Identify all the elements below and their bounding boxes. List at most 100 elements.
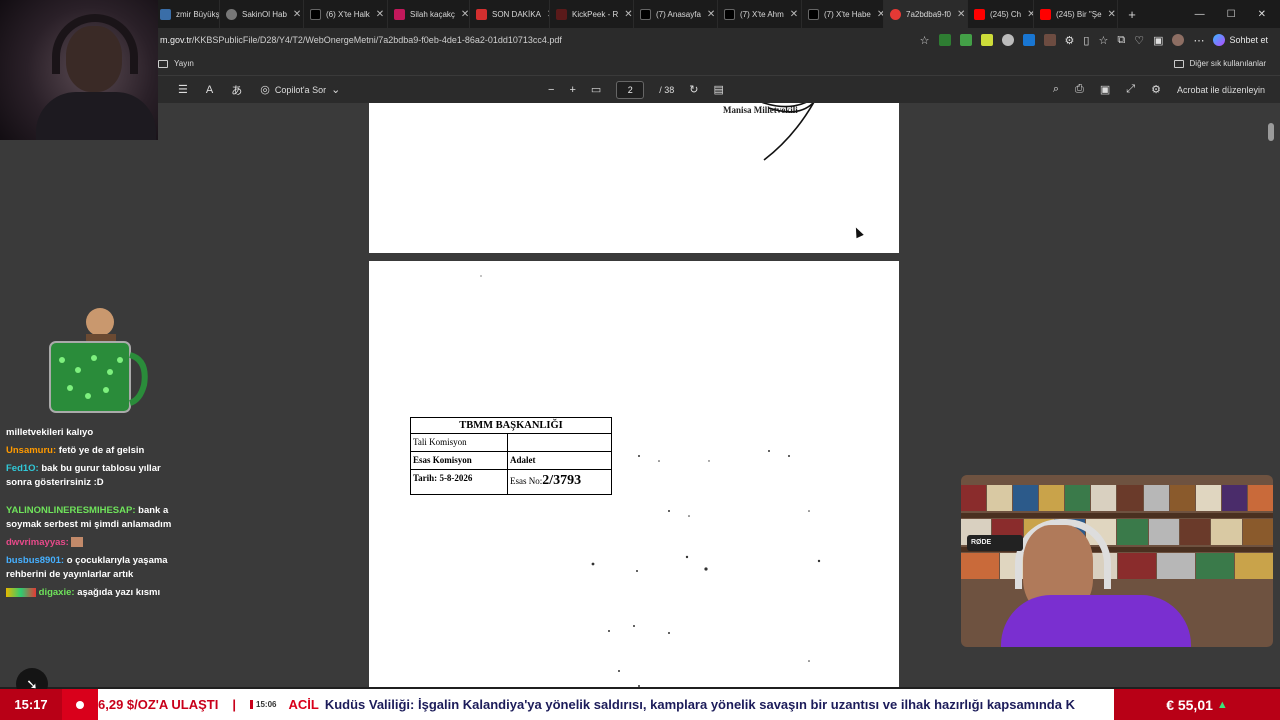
star-icon[interactable]: ☆	[920, 34, 930, 47]
close-icon[interactable]: ✕	[624, 9, 632, 20]
favorites-bar: Yayın Diğer sık kullanılanlar	[0, 52, 1280, 76]
close-icon[interactable]: ✕	[293, 9, 301, 20]
news-icon	[476, 8, 487, 20]
translate-icon[interactable]: あ	[231, 82, 242, 98]
zoom-out-button[interactable]: −	[548, 84, 554, 96]
screenshot-icon[interactable]: ▣	[1153, 34, 1163, 47]
tab-kickpeek[interactable]: KickPeek - R ✕	[550, 0, 634, 28]
tab-label: (245) Bir "Şe	[1056, 9, 1102, 19]
tab-son-dakika[interactable]: SON DAKİKA✕	[470, 0, 550, 28]
chat-user: Unsamuru:	[6, 445, 57, 456]
tab-label: (7) X'te Ahm	[740, 9, 784, 19]
close-icon[interactable]: ✕	[1027, 9, 1033, 20]
bookshelf-row	[961, 485, 1273, 511]
chat-text: aşağıda yazı kısmı	[77, 587, 161, 598]
extension-icon[interactable]	[959, 34, 972, 46]
tab-x-habe[interactable]: (7) X'te Habe ✕	[802, 0, 884, 28]
collections-icon[interactable]: ⧉	[1117, 34, 1125, 47]
close-icon[interactable]: ✕	[877, 9, 883, 20]
close-icon[interactable]: ✕	[376, 9, 384, 20]
close-icon[interactable]: ✕	[1108, 9, 1116, 20]
tab-label: (6) X'te Halk	[326, 9, 370, 19]
chat-text: fetö ye de af gelsin	[58, 445, 145, 456]
tab-sakinol[interactable]: SakinOl Hab ✕	[220, 0, 304, 28]
streamer-shirt	[1001, 595, 1191, 647]
puzzle-icon[interactable]: ⚙	[1065, 34, 1075, 47]
chat-user: busbus8901:	[6, 555, 65, 566]
folder-icon	[158, 59, 168, 68]
tab-x-ahm[interactable]: (7) X'te Ahm ✕	[718, 0, 802, 28]
split-screen-icon[interactable]: ▯	[1083, 34, 1089, 47]
close-icon[interactable]: ✕	[707, 9, 715, 20]
chat-user: digaxie:	[38, 587, 75, 598]
tab-youtube-2[interactable]: (245) Bir "Şe ✕	[1034, 0, 1118, 28]
trend-up-icon: ▲	[1216, 698, 1228, 711]
tab-izmir[interactable]: zmir Büyükş✕	[154, 0, 220, 28]
pdf-toolbar-left: ☰ A あ ◎ Copilot'a Sor ⌄	[178, 82, 340, 98]
extension-icon[interactable]	[1043, 34, 1056, 46]
page-view-icon[interactable]: ▤	[714, 83, 724, 96]
other-favorites[interactable]: Diğer sık kullanılanlar	[1173, 59, 1280, 68]
copilot-ask-button[interactable]: ◎ Copilot'a Sor ⌄	[260, 83, 340, 96]
pdf-page-1: Manisa Milletvekili	[369, 103, 899, 253]
pdf-page-2: TBMM BAŞKANLIĞI Tali Komisyon Esas Komis…	[369, 261, 899, 687]
copilot-chat-button[interactable]: Sohbet et	[1213, 34, 1268, 46]
close-window-button[interactable]: ✕	[1258, 9, 1266, 20]
chat-user: YALINONLINERESMIHESAP:	[6, 505, 136, 516]
close-icon[interactable]: ✕	[957, 9, 965, 20]
maximize-button[interactable]: ☐	[1227, 9, 1236, 20]
scan-noise	[480, 275, 821, 687]
vertical-scrollbar[interactable]	[1268, 123, 1274, 141]
headline-time: 15:06	[250, 700, 276, 709]
tab-silah[interactable]: Silah kaçakç ✕	[388, 0, 470, 28]
extension-icon[interactable]	[1001, 34, 1014, 46]
new-tab-button[interactable]: +	[1118, 0, 1146, 28]
chat-message: milletvekileri kalıyo	[6, 426, 174, 440]
tab-label: SON DAKİKA	[492, 9, 541, 19]
tab-x-halk[interactable]: (6) X'te Halk ✕	[304, 0, 388, 28]
extension-icon[interactable]	[980, 34, 993, 46]
contents-icon[interactable]: ☰	[178, 83, 188, 96]
tab-pdf-active[interactable]: 7a2bdba9-f0 ✕	[884, 0, 968, 28]
zoom-in-button[interactable]: +	[569, 84, 575, 96]
close-icon[interactable]: ✕	[790, 9, 798, 20]
tab-youtube-1[interactable]: (245) Ch ✕	[968, 0, 1034, 28]
signature-image	[761, 103, 815, 161]
more-icon[interactable]: ⋯	[1193, 34, 1204, 47]
heart-icon[interactable]: ♡	[1134, 34, 1144, 47]
save-icon[interactable]: ▣	[1100, 83, 1110, 96]
translate-icon[interactable]	[1022, 34, 1035, 46]
chat-message: Fed1O: bak bu gurur tablosu yıllar sonra…	[6, 462, 174, 490]
chat-message: dwvrimayyas:	[6, 536, 174, 550]
tab-label: (7) Anasayfa	[656, 9, 701, 19]
streamer-face	[66, 26, 122, 92]
extension-icon[interactable]	[938, 34, 951, 46]
x-icon	[640, 8, 651, 20]
tab-label: KickPeek - R	[572, 9, 619, 19]
url-field[interactable]: m.gov.tr/KKBSPublicFile/D28/Y4/T2/WebOne…	[160, 35, 562, 45]
tab-anasayfa[interactable]: (7) Anasayfa ✕	[634, 0, 718, 28]
window-controls: — ☐ ✕	[1195, 9, 1280, 20]
search-icon[interactable]: ⌕	[1053, 83, 1059, 96]
rotate-icon[interactable]: ↻	[689, 83, 698, 96]
close-icon[interactable]: ✕	[461, 9, 469, 20]
minimize-button[interactable]: —	[1195, 9, 1205, 20]
fit-page-icon[interactable]: ▭	[591, 83, 601, 96]
edit-with-acrobat-button[interactable]: Acrobat ile düzenleyin	[1177, 85, 1265, 95]
print-icon[interactable]: ⎙	[1075, 83, 1084, 96]
avatar[interactable]	[1172, 34, 1185, 46]
pdf-toolbar-right: ⌕ ⎙ ▣ ⤢ ⚙ Acrobat ile düzenleyin	[1053, 83, 1280, 96]
chat-user: Fed1O:	[6, 463, 39, 474]
favorites-icon[interactable]: ☆	[1098, 34, 1108, 47]
news-ticker: 15:17 6,29 $/OZ'A ULAŞTI | 15:06 ACİL Ku…	[0, 689, 1280, 720]
favorite-item-yayin[interactable]: Yayın	[158, 59, 194, 68]
settings-gear-icon[interactable]: ⚙	[1151, 83, 1161, 96]
url-host: m.gov.tr	[160, 35, 192, 45]
tab-favicon	[160, 8, 171, 20]
fullscreen-icon[interactable]: ⤢	[1126, 83, 1135, 96]
read-aloud-icon[interactable]: A	[206, 84, 213, 96]
copilot-icon	[1213, 34, 1226, 46]
tab-label: (7) X'te Habe	[824, 9, 871, 19]
page-number-input[interactable]: 2	[616, 80, 645, 99]
screen: zmir Büyükş✕ SakinOl Hab✕ (6) X'te Halk ✕…	[0, 0, 1280, 720]
